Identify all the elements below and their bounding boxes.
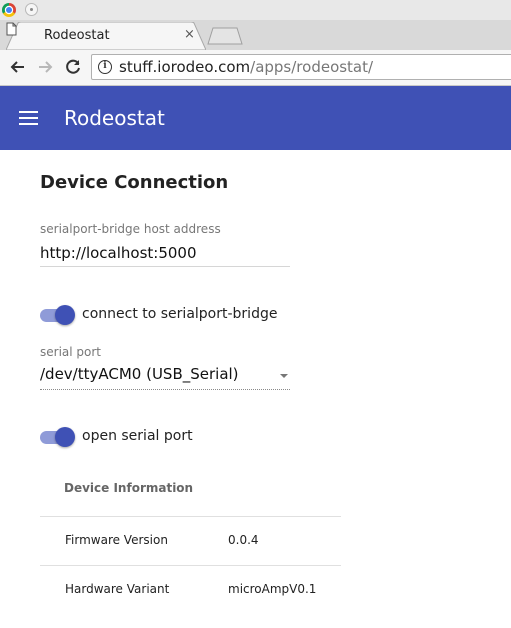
window-titlebar [0, 0, 511, 20]
table-row: Hardware Variant microAmpV0.1 [40, 565, 341, 615]
tab-close-icon[interactable]: × [184, 27, 195, 43]
host-address-label: serialport-bridge host address [40, 222, 221, 236]
firmware-version-key: Firmware Version [65, 533, 168, 547]
serial-port-select[interactable]: /dev/ttyACM0 (USB_Serial) [40, 363, 290, 390]
reload-icon[interactable] [64, 58, 82, 76]
device-connection-heading: Device Connection [40, 172, 229, 193]
hamburger-menu-icon[interactable] [19, 111, 38, 125]
serial-port-value: /dev/ttyACM0 (USB_Serial) [40, 365, 239, 383]
url-host: stuff.iorodeo.com [119, 58, 251, 76]
firmware-version-value: 0.0.4 [228, 533, 259, 547]
app-title: Rodeostat [64, 106, 165, 130]
window-button-icon[interactable] [25, 3, 38, 16]
switch-thumb[interactable] [55, 305, 75, 325]
chrome-logo-icon [2, 3, 16, 17]
tab-title: Rodeostat [44, 28, 110, 43]
url-path: /apps/rodeostat/ [250, 58, 374, 76]
bridge-connect-switch[interactable] [40, 305, 76, 325]
switch-thumb[interactable] [55, 427, 75, 447]
arrow-left-icon[interactable] [9, 58, 27, 76]
address-bar[interactable]: i stuff.iorodeo.com/apps/rodeostat/ [91, 54, 511, 80]
open-port-switch[interactable] [40, 427, 76, 447]
info-icon[interactable]: i [98, 60, 112, 74]
url-text[interactable]: stuff.iorodeo.com/apps/rodeostat/ [119, 58, 373, 76]
host-address-input[interactable] [40, 240, 290, 267]
serial-port-label: serial port [40, 345, 102, 359]
app-bar: Rodeostat [0, 86, 511, 150]
hardware-variant-key: Hardware Variant [65, 582, 170, 596]
device-information-header: Device Information [64, 481, 194, 495]
browser-toolbar: i stuff.iorodeo.com/apps/rodeostat/ [0, 50, 511, 86]
arrow-right-icon[interactable] [36, 58, 54, 76]
table-row: Firmware Version 0.0.4 [40, 516, 341, 566]
tab-strip: Rodeostat × [0, 20, 511, 50]
hardware-variant-value: microAmpV0.1 [228, 582, 317, 596]
caret-down-icon [280, 374, 288, 378]
open-port-label: open serial port [82, 428, 193, 444]
tab-rodeostat[interactable]: Rodeostat × [6, 22, 206, 50]
bridge-connect-label: connect to serialport-bridge [82, 306, 278, 322]
new-tab-button[interactable] [207, 27, 243, 45]
page-icon [6, 22, 17, 36]
